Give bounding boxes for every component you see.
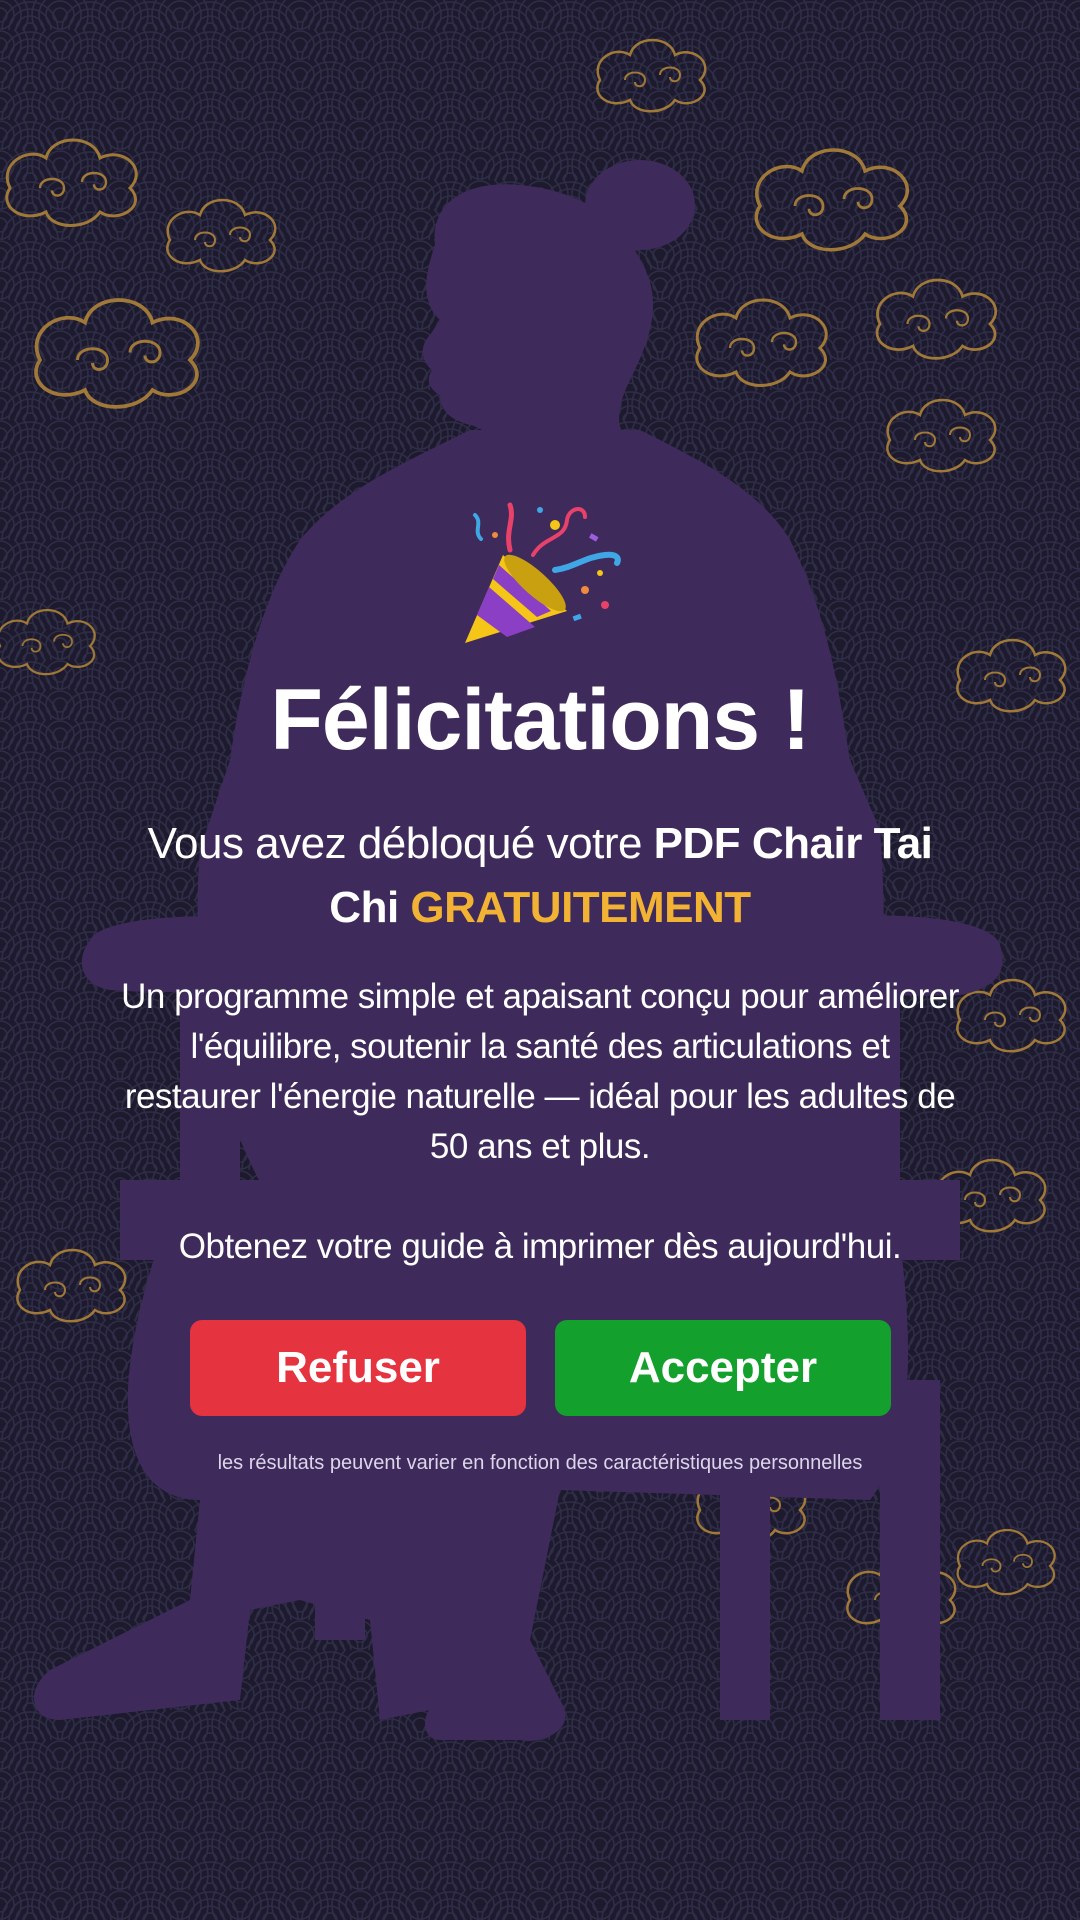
offer-headline: Vous avez débloqué votre PDF Chair Tai C… — [140, 812, 940, 940]
cta-text: Obtenez votre guide à imprimer dès aujou… — [178, 1227, 902, 1266]
refuse-button[interactable]: Refuser — [190, 1320, 526, 1416]
accept-button[interactable]: Accepter — [555, 1320, 891, 1416]
offer-content: Félicitations ! Vous avez débloqué votre… — [0, 0, 1080, 1920]
program-description: Un programme simple et apaisant conçu po… — [121, 977, 959, 1166]
party-popper-icon — [465, 502, 621, 643]
results-disclaimer: les résultats peuvent varier en fonction… — [217, 1452, 863, 1474]
free-highlight: GRATUITEMENT — [410, 883, 751, 932]
page-title: Félicitations ! — [270, 672, 810, 768]
offer-screen: Félicitations ! Vous avez débloqué votre… — [0, 0, 1080, 1920]
offer-headline-prefix: Vous avez débloqué votre — [147, 819, 654, 868]
